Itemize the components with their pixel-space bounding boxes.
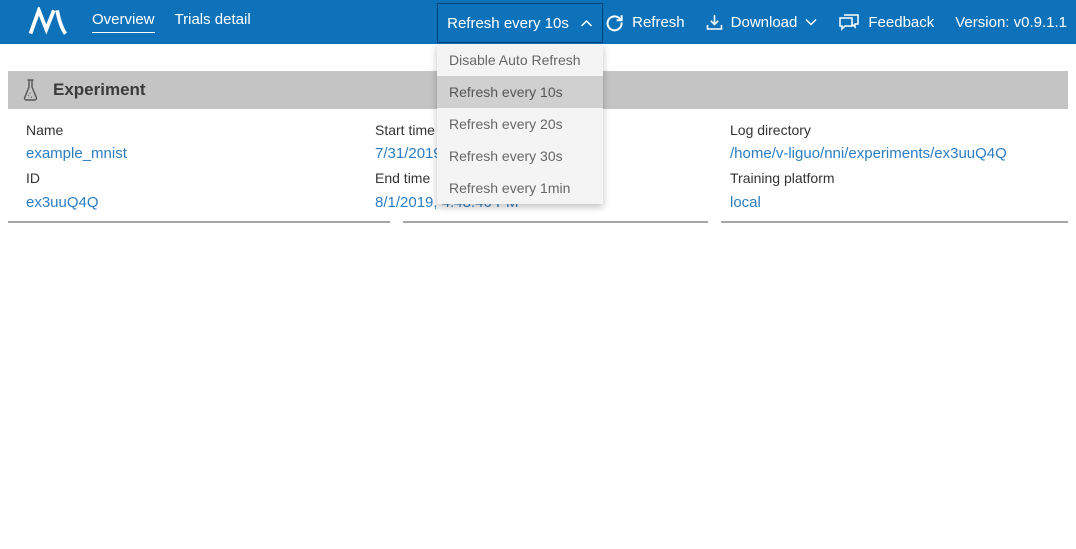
top-nav-bar: Overview Trials detail Refresh every 10s… <box>0 0 1076 44</box>
flask-icon <box>22 78 39 102</box>
header-actions: Refresh Download Feedback Version: v0.9.… <box>605 0 1067 44</box>
start-time-label: Start time <box>375 122 435 138</box>
dropdown-item-refresh-30s[interactable]: Refresh every 30s <box>437 140 603 172</box>
refresh-interval-dropdown: Disable Auto Refresh Refresh every 10s R… <box>437 44 603 204</box>
chevron-down-icon <box>805 18 817 26</box>
name-label: Name <box>26 122 63 138</box>
id-value: ex3uuQ4Q <box>26 194 99 211</box>
version-label: Version: v0.9.1.1 <box>955 14 1067 31</box>
name-value: example_mnist <box>26 145 127 162</box>
experiment-title: Experiment <box>53 80 146 100</box>
column-divider <box>403 221 708 223</box>
feedback-icon <box>838 13 860 31</box>
download-label: Download <box>731 14 798 31</box>
dropdown-item-refresh-10s[interactable]: Refresh every 10s <box>437 76 603 108</box>
tab-trials-detail[interactable]: Trials detail <box>175 11 251 33</box>
training-platform-value: local <box>730 194 761 211</box>
column-divider <box>721 221 1068 223</box>
refresh-label: Refresh <box>632 14 685 31</box>
id-label: ID <box>26 170 40 186</box>
nni-logo-icon <box>28 7 68 37</box>
refresh-icon <box>605 13 624 32</box>
feedback-label: Feedback <box>868 14 934 31</box>
download-icon <box>706 14 723 31</box>
log-directory-value: /home/v-liguo/nni/experiments/ex3uuQ4Q <box>730 145 1007 162</box>
training-platform-label: Training platform <box>730 170 835 186</box>
dropdown-item-refresh-20s[interactable]: Refresh every 20s <box>437 108 603 140</box>
refresh-interval-label: Refresh every 10s <box>447 15 569 32</box>
tab-overview[interactable]: Overview <box>92 11 155 33</box>
log-directory-label: Log directory <box>730 122 811 138</box>
download-button[interactable]: Download <box>706 14 818 31</box>
column-divider <box>8 221 390 223</box>
dropdown-item-refresh-1min[interactable]: Refresh every 1min <box>437 172 603 204</box>
refresh-interval-button[interactable]: Refresh every 10s <box>437 3 603 43</box>
end-time-label: End time <box>375 170 430 186</box>
dropdown-item-disable-auto-refresh[interactable]: Disable Auto Refresh <box>437 44 603 76</box>
refresh-button[interactable]: Refresh <box>605 13 685 32</box>
nav-tabs: Overview Trials detail <box>92 11 251 33</box>
chevron-up-icon <box>580 19 593 28</box>
feedback-button[interactable]: Feedback <box>838 13 934 31</box>
